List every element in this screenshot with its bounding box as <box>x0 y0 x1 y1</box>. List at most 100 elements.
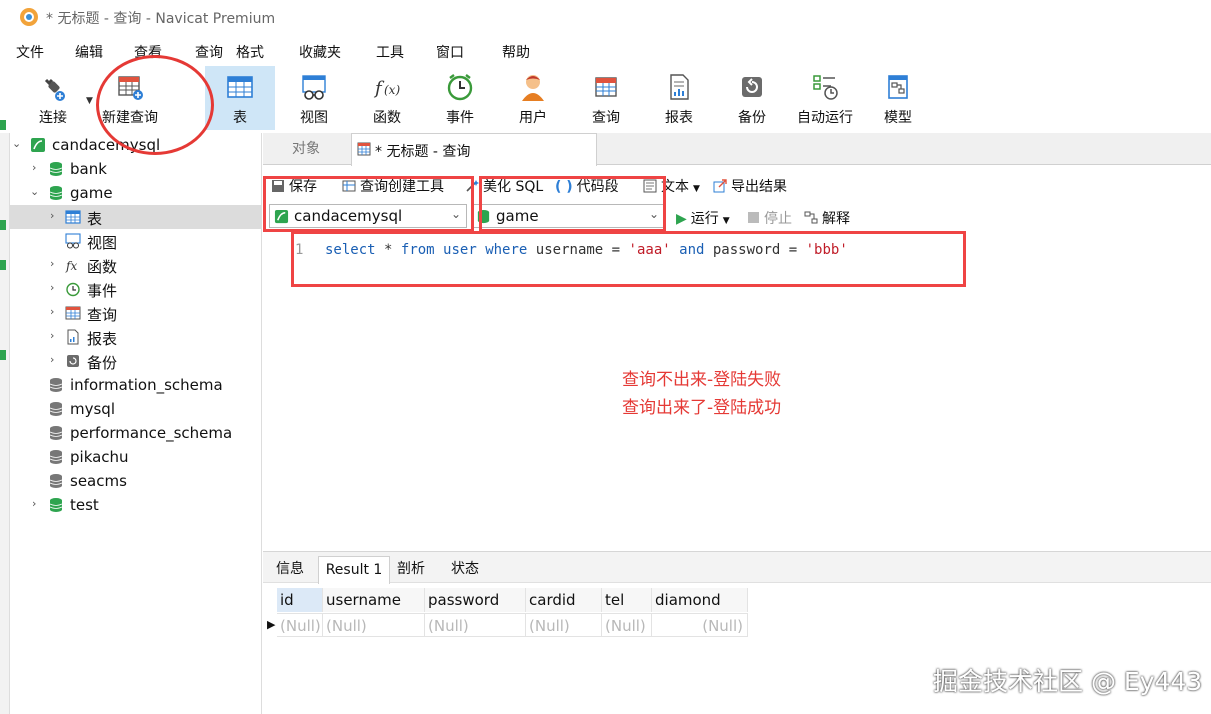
tree-db-information-schema[interactable]: information_schema <box>10 373 261 397</box>
table-cell[interactable]: (Null) <box>323 613 425 637</box>
annotation-note: 查询不出来-登陆失败 查询出来了-登陆成功 <box>622 366 781 422</box>
tree-item-functions[interactable]: › fx 函数 <box>10 253 261 277</box>
tree-item-tables[interactable]: › 表 <box>10 205 261 229</box>
tab-query-label: * 无标题 - 查询 <box>375 144 471 160</box>
function-button[interactable]: f (x) 函数 <box>352 66 422 130</box>
expand-arrow-icon[interactable]: › <box>50 353 54 366</box>
collapse-arrow-icon[interactable]: ⌄ <box>30 185 39 198</box>
tree-item-reports[interactable]: › 报表 <box>10 325 261 349</box>
stop-button[interactable]: 停止 <box>748 208 792 228</box>
tree-db-performance-schema[interactable]: performance_schema <box>10 421 261 445</box>
tab-objects[interactable]: 对象 <box>263 133 349 165</box>
menu-tools[interactable]: 工具 <box>376 42 404 62</box>
play-icon: ▶ <box>676 211 687 227</box>
tab-result-1[interactable]: Result 1 <box>318 556 390 584</box>
left-edge-strip <box>0 120 10 714</box>
window-title: * 无标题 - 查询 - Navicat Premium <box>46 11 276 27</box>
text-dropdown-icon: ▼ <box>693 184 700 194</box>
export-results-button[interactable]: 导出结果 <box>713 176 787 196</box>
title-bar: * 无标题 - 查询 - Navicat Premium <box>0 0 1211 34</box>
tree-item-events[interactable]: › 事件 <box>10 277 261 301</box>
automation-button[interactable]: 自动运行 <box>790 66 860 130</box>
tree-item-label: 报表 <box>87 330 118 348</box>
tree-item-backups[interactable]: › 备份 <box>10 349 261 373</box>
table-cell[interactable]: (Null) <box>602 613 652 637</box>
expand-arrow-icon[interactable]: › <box>50 305 54 318</box>
tree-item-label: 表 <box>87 210 103 228</box>
column-header[interactable]: id <box>277 588 323 612</box>
view-label: 视图 <box>300 110 328 126</box>
navigator-tree: ⌄ candacemysql › bank ⌄ game › 表 视图 › fx… <box>10 133 262 714</box>
event-label: 事件 <box>446 110 474 126</box>
table-cell[interactable]: (Null) <box>277 613 323 637</box>
menu-window[interactable]: 窗口 <box>436 42 464 62</box>
expand-arrow-icon[interactable]: › <box>50 329 54 342</box>
tree-item-views[interactable]: 视图 <box>10 229 261 253</box>
table-cell[interactable]: (Null) <box>652 613 748 637</box>
model-button[interactable]: 模型 <box>863 66 933 130</box>
table-cell[interactable]: (Null) <box>526 613 602 637</box>
model-icon <box>888 75 908 99</box>
run-label: 运行 <box>690 211 719 227</box>
report-button[interactable]: 报表 <box>644 66 714 130</box>
result-tabs: 信息 Result 1 剖析 状态 <box>263 551 1211 584</box>
view-button[interactable]: 视图 <box>279 66 349 130</box>
menu-help[interactable]: 帮助 <box>502 42 530 62</box>
tree-db-mysql[interactable]: mysql <box>10 397 261 421</box>
expand-arrow-icon[interactable]: › <box>50 281 54 294</box>
table-cell[interactable]: (Null) <box>425 613 526 637</box>
table-button[interactable]: 表 <box>205 66 275 130</box>
database-label: bank <box>70 160 107 178</box>
expand-arrow-icon[interactable]: › <box>50 209 54 222</box>
report-icon <box>670 74 689 100</box>
connect-label: 连接 <box>39 110 67 126</box>
explain-button[interactable]: 解释 <box>804 208 850 228</box>
collapse-arrow-icon[interactable]: ⌄ <box>12 137 21 150</box>
backup-icon <box>67 355 79 367</box>
user-button[interactable]: 用户 <box>498 66 568 130</box>
tree-db-pikachu[interactable]: pikachu <box>10 445 261 469</box>
column-header[interactable]: username <box>323 588 425 612</box>
tree-item-queries[interactable]: › 查询 <box>10 301 261 325</box>
report-icon <box>67 329 79 345</box>
tree-db-test[interactable]: › test <box>10 493 261 517</box>
database-label: information_schema <box>70 376 223 394</box>
database-icon <box>49 186 63 200</box>
tab-profile[interactable]: 剖析 <box>391 556 431 584</box>
database-icon <box>49 474 63 488</box>
column-header[interactable]: cardid <box>526 588 602 612</box>
database-icon <box>49 426 63 440</box>
expand-arrow-icon[interactable]: › <box>32 161 36 174</box>
report-label: 报表 <box>665 110 693 126</box>
tab-status[interactable]: 状态 <box>443 556 487 584</box>
menu-favorites[interactable]: 收藏夹 <box>299 42 341 62</box>
tab-info[interactable]: 信息 <box>267 556 313 584</box>
tab-query[interactable]: * 无标题 - 查询 <box>351 133 597 166</box>
expand-arrow-icon[interactable]: › <box>50 257 54 270</box>
stop-icon <box>748 212 759 223</box>
connect-dropdown-icon[interactable]: ▼ <box>86 96 93 106</box>
query-label: 查询 <box>592 110 620 126</box>
tree-item-label: 视图 <box>87 234 118 252</box>
annotation-box-connection <box>263 176 474 232</box>
connect-button[interactable]: 连接 <box>18 66 88 130</box>
database-label: pikachu <box>70 448 129 466</box>
menu-query[interactable]: 查询 <box>195 42 223 62</box>
expand-arrow-icon[interactable]: › <box>32 497 36 510</box>
column-header[interactable]: tel <box>602 588 652 612</box>
run-button[interactable]: ▶ 运行 ▼ <box>676 208 730 228</box>
tree-db-bank[interactable]: › bank <box>10 157 261 181</box>
column-header[interactable]: password <box>425 588 526 612</box>
tree-db-seacms[interactable]: seacms <box>10 469 261 493</box>
tree-db-game[interactable]: ⌄ game <box>10 181 261 205</box>
menu-format[interactable]: 格式 <box>236 42 264 62</box>
database-icon <box>49 450 63 464</box>
edge-marker <box>0 220 6 230</box>
backup-button[interactable]: 备份 <box>717 66 787 130</box>
query-button[interactable]: 查询 <box>571 66 641 130</box>
menu-file[interactable]: 文件 <box>16 42 44 62</box>
event-button[interactable]: 事件 <box>425 66 495 130</box>
column-header[interactable]: diamond <box>652 588 748 612</box>
menu-edit[interactable]: 编辑 <box>75 42 103 62</box>
annotation-line-success: 查询出来了-登陆成功 <box>622 398 782 418</box>
